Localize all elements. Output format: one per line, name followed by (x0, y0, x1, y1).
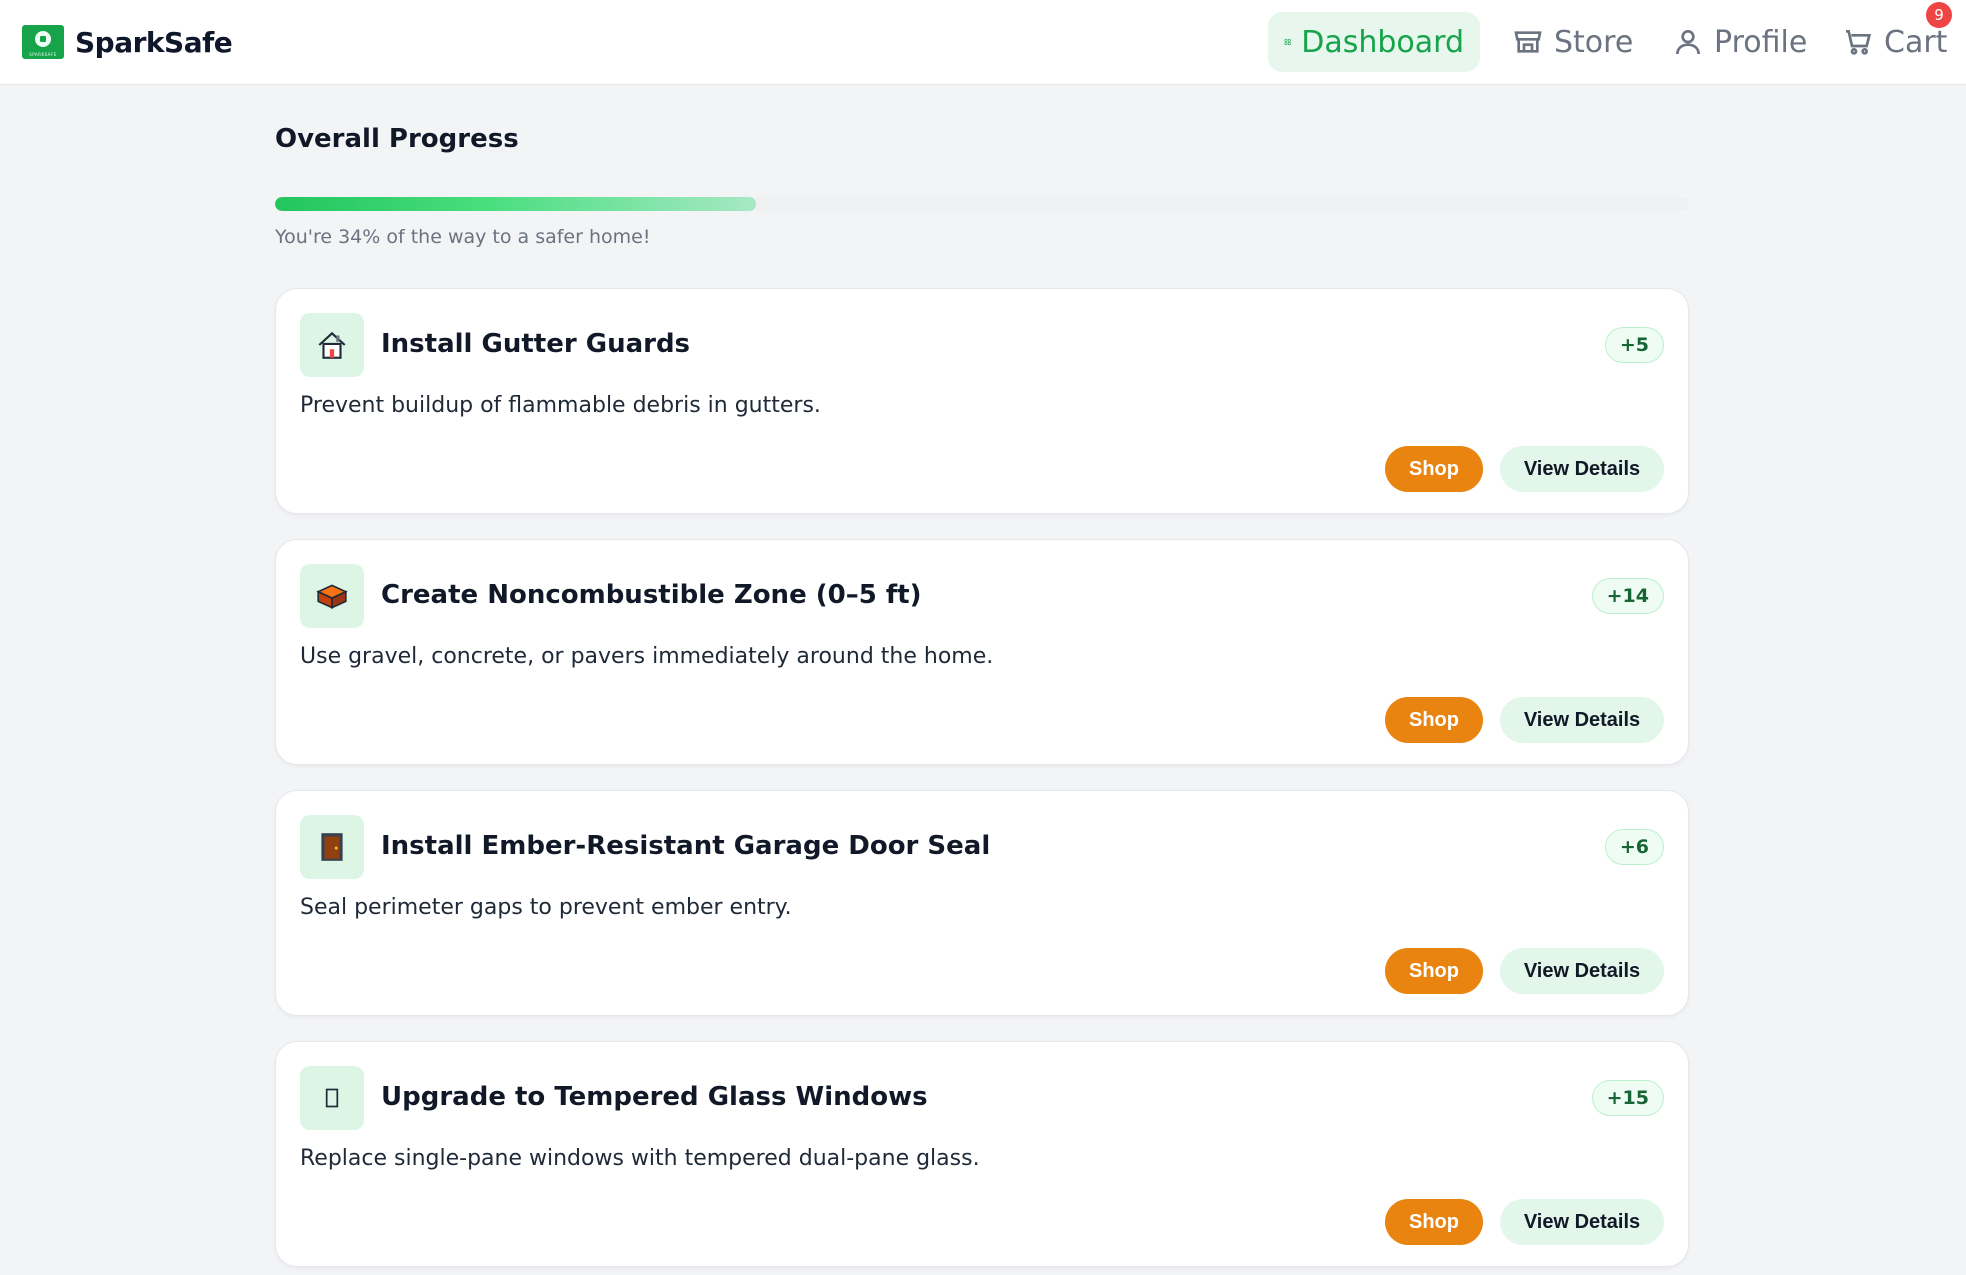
nav-profile[interactable]: Profile (1656, 12, 1823, 72)
task-description: Use gravel, concrete, or pavers immediat… (300, 644, 994, 669)
view-details-button[interactable]: View Details (1500, 697, 1664, 743)
progress-caption: You're 34% of the way to a safer home! (275, 226, 651, 248)
progress-title: Overall Progress (275, 124, 519, 154)
points-badge: +15 (1591, 1080, 1664, 1116)
task-description: Prevent buildup of flammable debris in g… (300, 393, 821, 418)
task-card: Install Ember-Resistant Garage Door Seal… (275, 790, 1689, 1016)
view-details-button[interactable]: View Details (1500, 446, 1664, 492)
task-title: Upgrade to Tempered Glass Windows (381, 1082, 928, 1112)
brand[interactable]: SPARKSAFE SparkSafe (22, 24, 233, 60)
nav-store-label: Store (1554, 24, 1634, 60)
points-badge: +6 (1604, 829, 1664, 865)
cart-icon (1846, 30, 1872, 55)
task-list: Install Gutter Guards +5 Prevent buildup… (275, 288, 1689, 1275)
nav-cart-label: Cart (1884, 24, 1948, 60)
task-card: Create Noncombustible Zone (0–5 ft) +14 … (275, 539, 1689, 765)
cart-count-badge: 9 (1926, 2, 1952, 28)
nav-dashboard-label: Dashboard (1301, 24, 1464, 60)
progress-bar (275, 197, 1689, 211)
points-badge: +14 (1591, 578, 1664, 614)
task-description: Replace single-pane windows with tempere… (300, 1146, 980, 1171)
house-icon (300, 313, 364, 377)
task-description: Seal perimeter gaps to prevent ember ent… (300, 895, 792, 920)
shop-button[interactable]: Shop (1385, 1199, 1483, 1245)
task-title: Install Gutter Guards (381, 329, 691, 359)
window-icon (300, 1066, 364, 1130)
nav-dashboard[interactable]: Dashboard (1268, 12, 1480, 72)
shop-button[interactable]: Shop (1385, 948, 1483, 994)
top-navbar: SPARKSAFE SparkSafe Dashboard Store Prof… (0, 0, 1966, 85)
dashboard-grid-icon (1284, 38, 1291, 46)
shop-button[interactable]: Shop (1385, 446, 1483, 492)
view-details-button[interactable]: View Details (1500, 948, 1664, 994)
progress-bar-fill (275, 197, 756, 211)
nav-profile-label: Profile (1714, 24, 1808, 60)
nav-store[interactable]: Store (1496, 12, 1649, 72)
sparksafe-logo-icon: SPARKSAFE (22, 25, 64, 59)
task-title: Create Noncombustible Zone (0–5 ft) (381, 580, 922, 610)
brand-name: SparkSafe (75, 25, 233, 59)
store-icon (1514, 31, 1542, 53)
task-card: Install Gutter Guards +5 Prevent buildup… (275, 288, 1689, 514)
user-icon (1676, 30, 1700, 55)
task-title: Install Ember-Resistant Garage Door Seal (381, 831, 991, 861)
door-icon (300, 815, 364, 879)
points-badge: +5 (1604, 327, 1664, 363)
view-details-button[interactable]: View Details (1500, 1199, 1664, 1245)
bricks-icon (300, 564, 364, 628)
shop-button[interactable]: Shop (1385, 697, 1483, 743)
task-card: Upgrade to Tempered Glass Windows +15 Re… (275, 1041, 1689, 1267)
